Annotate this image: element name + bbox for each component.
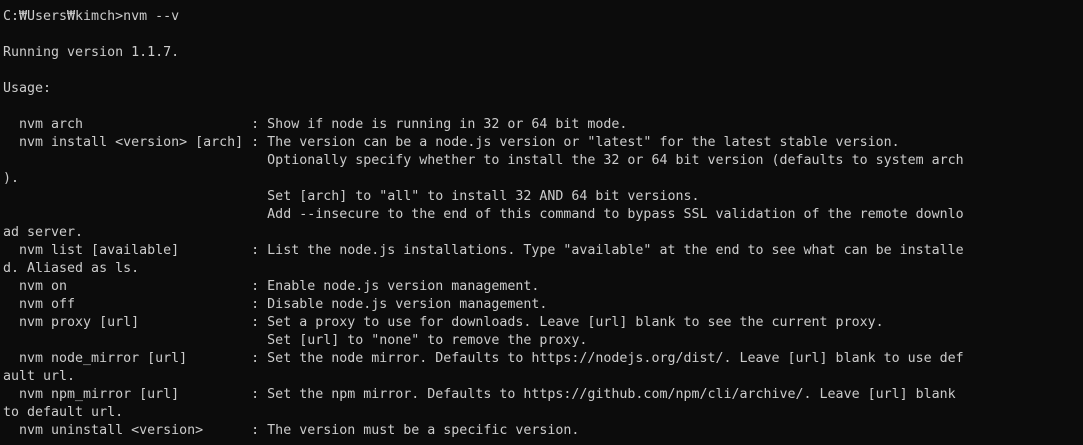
output-line-off: nvm off : Disable node.js version manage… (3, 297, 548, 312)
output-line-list: nvm list [available] : List the node.js … (3, 243, 964, 258)
console-window[interactable]: C:₩Users₩kimch>nvm --v Running version 1… (0, 0, 1083, 445)
output-line-node-mirror-wrap: ault url. (3, 369, 76, 384)
output-line-arch: nvm arch : Show if node is running in 32… (3, 117, 628, 132)
output-line-node-mirror: nvm node_mirror [url] : Set the node mir… (3, 351, 964, 366)
output-line-usage: Usage: (3, 81, 52, 96)
output-line-npm-mirror-wrap: to default url. (3, 405, 124, 420)
output-line-install-arch-wrap: ). (3, 171, 20, 186)
output-line-install-insecure-wrap: ad server. (3, 225, 84, 240)
output-line-install-insecure: Add --insecure to the end of this comman… (3, 207, 964, 222)
output-line-uninstall: nvm uninstall <version> : The version mu… (3, 423, 580, 438)
output-line-npm-mirror: nvm npm_mirror [url] : Set the npm mirro… (3, 387, 956, 402)
output-line-proxy-none: Set [url] to "none" to remove the proxy. (3, 333, 588, 348)
output-line-install-arch: Optionally specify whether to install th… (3, 153, 964, 168)
output-line-version: Running version 1.1.7. (3, 45, 180, 60)
output-line-list-wrap: d. Aliased as ls. (3, 261, 140, 276)
output-line-proxy: nvm proxy [url] : Set a proxy to use for… (3, 315, 884, 330)
output-line-on: nvm on : Enable node.js version manageme… (3, 279, 540, 294)
output-line-install-all: Set [arch] to "all" to install 32 AND 64… (3, 189, 700, 204)
output-line-install: nvm install <version> [arch] : The versi… (3, 135, 900, 150)
command-prompt-line: C:₩Users₩kimch>nvm --v (3, 9, 180, 24)
